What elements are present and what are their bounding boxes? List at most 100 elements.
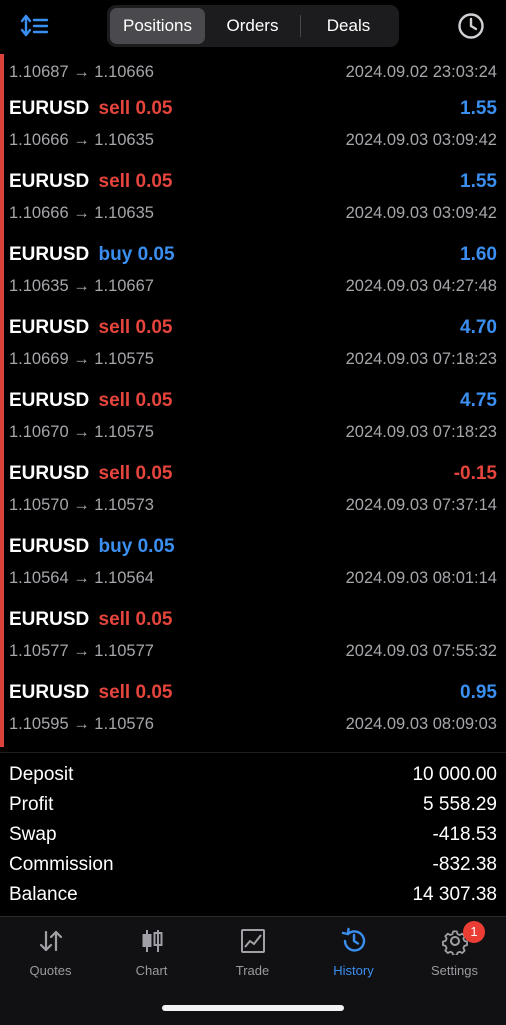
deal-side: sell (98, 317, 131, 338)
deal-symbol: EURUSD (9, 609, 90, 630)
deal-time: 2024.09.03 08:01:14 (345, 569, 497, 587)
deal-row[interactable]: EURUSD sell 0.05 1.55 1.10666 → 1.10635 … (0, 90, 506, 163)
deal-volume: 0.05 (137, 536, 175, 557)
deal-profit: 1.55 (460, 171, 497, 192)
deal-prices: 1.10564 → 1.10564 (9, 569, 154, 587)
deal-details: 1.10687 → 1.10666 2024.09.02 23:03:24 (9, 63, 497, 85)
summary-label: Profit (9, 794, 54, 815)
deal-indicator-bar (0, 163, 4, 236)
tab-settings[interactable]: 1 Settings (404, 921, 505, 987)
deal-side: sell (98, 98, 131, 119)
deal-side: sell (98, 682, 131, 703)
tab-history[interactable]: History (303, 927, 404, 987)
deals-list[interactable]: 1.10687 → 1.10666 2024.09.02 23:03:24 EU… (0, 54, 506, 752)
deal-row[interactable]: EURUSD sell 0.05 4.70 1.10669 → 1.10575 … (0, 309, 506, 382)
deal-row[interactable]: EURUSD sell 0.05 4.75 1.10670 → 1.10575 … (0, 382, 506, 455)
deal-prices: 1.10666 → 1.10635 (9, 131, 154, 149)
tab-label: Quotes (29, 963, 72, 978)
segmented-control: Positions Orders Deals (107, 5, 399, 47)
deal-symbol: EURUSD (9, 463, 90, 484)
deal-details: 1.10666 → 1.10635 2024.09.03 03:09:42 (9, 131, 497, 153)
deal-volume: 0.05 (135, 98, 173, 119)
trade-chart-icon (240, 929, 265, 953)
deal-header: EURUSD buy 0.05 1.60 (9, 244, 497, 270)
deal-symbol: EURUSD (9, 682, 90, 703)
summary-value: 10 000.00 (412, 764, 497, 785)
deal-prices: 1.10670 → 1.10575 (9, 423, 154, 441)
deal-header: EURUSD sell 0.05 1.55 (9, 171, 497, 197)
deal-prices: 1.10577 → 1.10577 (9, 642, 154, 660)
summary-value: 14 307.38 (412, 884, 497, 905)
deal-header: EURUSD buy 0.05 (9, 536, 497, 562)
deal-indicator-bar (0, 601, 4, 674)
summary-profit: Profit 5 558.29 (9, 794, 497, 824)
deal-profit: 1.55 (460, 98, 497, 119)
deal-indicator-bar (0, 54, 4, 90)
deal-volume: 0.05 (135, 682, 173, 703)
summary-value: -418.53 (432, 824, 497, 845)
deal-time: 2024.09.02 23:03:24 (345, 63, 497, 81)
deal-row[interactable]: EURUSD sell 0.05 0.95 1.10595 → 1.10576 … (0, 674, 506, 747)
deal-row[interactable]: EURUSD sell 0.05 -0.15 1.10570 → 1.10573… (0, 455, 506, 528)
top-bar: Positions Orders Deals (0, 0, 506, 54)
summary-label: Commission (9, 854, 114, 875)
notification-badge: 1 (463, 921, 485, 943)
deal-header: EURUSD sell 0.05 1.55 (9, 98, 497, 124)
deal-prices: 1.10669 → 1.10575 (9, 350, 154, 368)
deal-volume: 0.05 (135, 463, 173, 484)
deal-row-partial[interactable]: 1.10687 → 1.10666 2024.09.02 23:03:24 (0, 54, 506, 90)
deal-header: EURUSD sell 0.05 4.70 (9, 317, 497, 343)
deal-volume: 0.05 (135, 609, 173, 630)
summary-deposit: Deposit 10 000.00 (9, 764, 497, 794)
account-summary: Deposit 10 000.00 Profit 5 558.29 Swap -… (0, 752, 506, 917)
deal-header: EURUSD sell 0.05 4.75 (9, 390, 497, 416)
deal-volume: 0.05 (135, 171, 173, 192)
deal-time: 2024.09.03 04:27:48 (345, 277, 497, 295)
deal-prices: 1.10666 → 1.10635 (9, 204, 154, 222)
deal-profit: 4.75 (460, 390, 497, 411)
deal-row[interactable]: EURUSD sell 0.05 1.55 1.10666 → 1.10635 … (0, 163, 506, 236)
deal-side: sell (98, 390, 131, 411)
tab-label: History (333, 963, 374, 978)
tab-orders[interactable]: Orders (205, 8, 300, 44)
sort-icon[interactable] (20, 12, 50, 40)
deal-details: 1.10595 → 1.10576 2024.09.03 08:09:03 (9, 715, 497, 737)
deal-row[interactable]: EURUSD buy 0.05 1.60 1.10635 → 1.10667 2… (0, 236, 506, 309)
deal-details: 1.10570 → 1.10573 2024.09.03 07:37:14 (9, 496, 497, 518)
deal-side: sell (98, 171, 131, 192)
summary-balance: Balance 14 307.38 (9, 884, 497, 914)
deal-time: 2024.09.03 07:55:32 (345, 642, 497, 660)
deal-details: 1.10669 → 1.10575 2024.09.03 07:18:23 (9, 350, 497, 372)
deal-indicator-bar (0, 309, 4, 382)
deal-details: 1.10666 → 1.10635 2024.09.03 03:09:42 (9, 204, 497, 226)
history-icon (341, 927, 365, 952)
tab-deals[interactable]: Deals (301, 8, 396, 44)
tab-positions[interactable]: Positions (110, 8, 205, 44)
clock-icon[interactable] (457, 12, 485, 40)
deal-prices: 1.10635 → 1.10667 (9, 277, 154, 295)
deal-time: 2024.09.03 07:18:23 (345, 350, 497, 368)
deal-side: sell (98, 463, 131, 484)
deal-indicator-bar (0, 90, 4, 163)
summary-value: -832.38 (432, 854, 497, 875)
deal-time: 2024.09.03 08:09:03 (345, 715, 497, 733)
deal-symbol: EURUSD (9, 171, 90, 192)
deal-side: sell (98, 609, 131, 630)
summary-swap: Swap -418.53 (9, 824, 497, 854)
deal-indicator-bar (0, 236, 4, 309)
tab-chart[interactable]: Chart (101, 927, 202, 987)
tab-quotes[interactable]: Quotes (0, 927, 101, 987)
deal-symbol: EURUSD (9, 390, 90, 411)
deal-volume: 0.05 (135, 390, 173, 411)
summary-label: Balance (9, 884, 78, 905)
deal-header: EURUSD sell 0.05 0.95 (9, 682, 497, 708)
deal-time: 2024.09.03 07:37:14 (345, 496, 497, 514)
deal-symbol: EURUSD (9, 317, 90, 338)
summary-commission: Commission -832.38 (9, 854, 497, 884)
deal-row[interactable]: EURUSD buy 0.05 1.10564 → 1.10564 2024.0… (0, 528, 506, 601)
tab-label: Settings (431, 963, 478, 978)
tab-trade[interactable]: Trade (202, 927, 303, 987)
deal-details: 1.10670 → 1.10575 2024.09.03 07:18:23 (9, 423, 497, 445)
deal-volume: 0.05 (137, 244, 175, 265)
deal-row[interactable]: EURUSD sell 0.05 1.10577 → 1.10577 2024.… (0, 601, 506, 674)
